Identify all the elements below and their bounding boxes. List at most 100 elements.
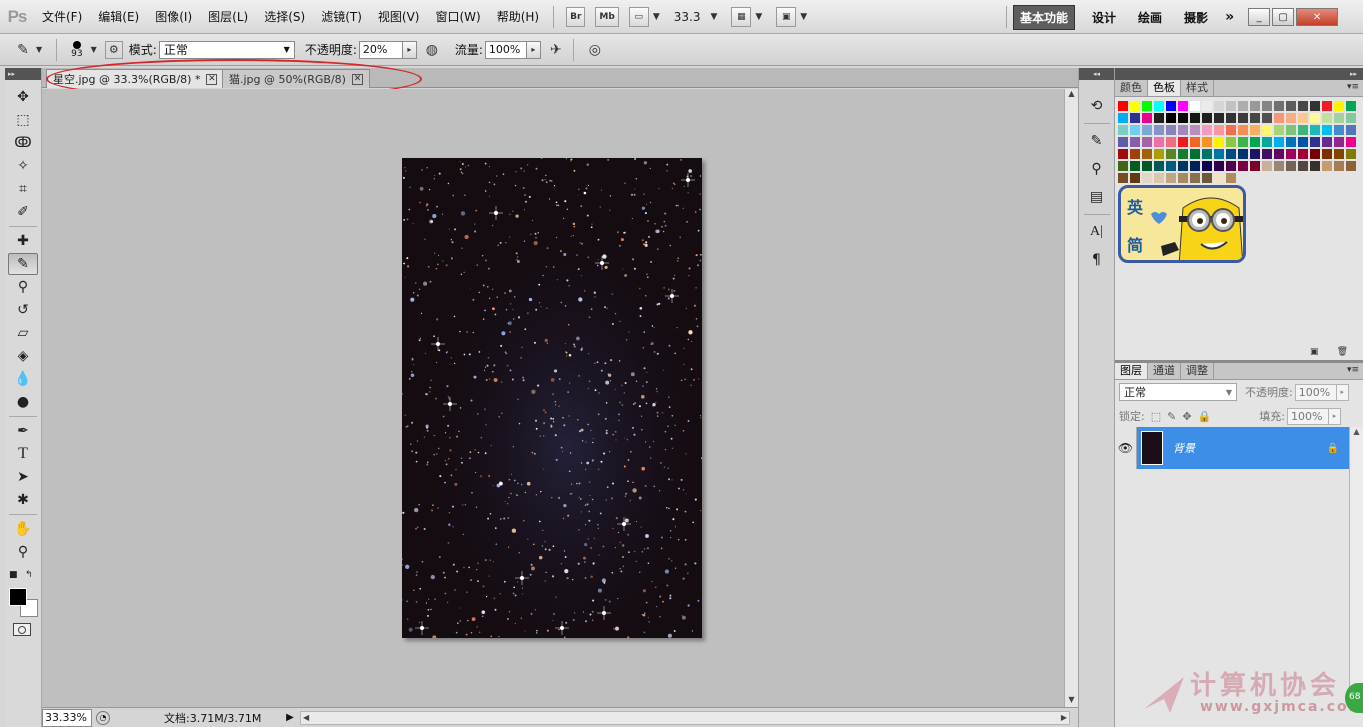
tab-channels[interactable]: 通道 xyxy=(1148,363,1181,379)
color-swatch[interactable] xyxy=(1310,137,1320,147)
history-brush-tool-icon[interactable]: ↺ xyxy=(8,299,38,321)
color-swatch[interactable] xyxy=(1190,125,1200,135)
tools-panel-collapse-icon[interactable]: ▸▸ xyxy=(5,68,41,80)
color-swatch[interactable] xyxy=(1190,113,1200,123)
color-swatch[interactable] xyxy=(1334,101,1344,111)
tab-starry-sky[interactable]: 星空.jpg @ 33.3%(RGB/8) * ✕ xyxy=(46,69,225,88)
color-swatch[interactable] xyxy=(1178,173,1188,183)
eraser-tool-icon[interactable]: ▱ xyxy=(8,322,38,344)
menu-select[interactable]: 选择(S) xyxy=(256,8,313,25)
color-swatch[interactable] xyxy=(1250,161,1260,171)
color-swatch[interactable] xyxy=(1154,149,1164,159)
color-swatch[interactable] xyxy=(1202,173,1212,183)
zoom-dropdown-icon[interactable]: ▼ xyxy=(710,12,717,22)
color-swatch[interactable] xyxy=(1250,113,1260,123)
color-swatch[interactable] xyxy=(1130,101,1140,111)
bridge-button[interactable]: Br xyxy=(566,6,586,27)
color-swatch[interactable] xyxy=(1262,125,1272,135)
menu-file[interactable]: 文件(F) xyxy=(34,8,90,25)
airbrush-icon[interactable]: ✈ xyxy=(545,39,567,61)
screen-mode-dropdown-icon[interactable]: ▼ xyxy=(800,12,807,22)
eye-icon[interactable]: 👁 xyxy=(1115,427,1137,469)
color-swatch[interactable] xyxy=(1322,113,1332,123)
color-swatch[interactable] xyxy=(1154,101,1164,111)
color-swatch[interactable] xyxy=(1310,149,1320,159)
clone-stamp-tool-icon[interactable]: ⚲ xyxy=(8,276,38,298)
more-workspaces-icon[interactable]: » xyxy=(1219,9,1240,25)
tab-cat[interactable]: 猫.jpg @ 50%(RGB/8) ✕ xyxy=(222,69,370,88)
color-swatch[interactable] xyxy=(1202,101,1212,111)
pressure-size-icon[interactable]: ◎ xyxy=(584,39,606,61)
layer-row-background[interactable]: 👁 背景 🔒 xyxy=(1115,427,1349,469)
color-swatch[interactable] xyxy=(1274,101,1284,111)
scroll-right-icon[interactable]: ▶ xyxy=(1061,713,1067,722)
color-swatch[interactable] xyxy=(1118,173,1128,183)
color-swatch[interactable] xyxy=(1346,101,1356,111)
layers-menu-icon[interactable]: ▾≡ xyxy=(1347,365,1359,375)
menu-filter[interactable]: 滤镜(T) xyxy=(313,8,370,25)
color-swatch[interactable] xyxy=(1310,125,1320,135)
delete-swatch-icon[interactable]: 🗑 xyxy=(1337,347,1348,357)
tab-swatches[interactable]: 色板 xyxy=(1148,80,1181,96)
color-swatch[interactable] xyxy=(1154,173,1164,183)
color-swatch[interactable] xyxy=(1274,149,1284,159)
color-swatch[interactable] xyxy=(1226,125,1236,135)
color-swatch[interactable] xyxy=(1226,173,1236,183)
screen-mode-icon[interactable]: ▣ xyxy=(776,6,797,27)
color-swatch[interactable] xyxy=(1346,113,1356,123)
color-swatch[interactable] xyxy=(1262,149,1272,159)
tab-styles[interactable]: 样式 xyxy=(1181,80,1214,96)
color-swatch[interactable] xyxy=(1346,149,1356,159)
pen-tool-icon[interactable]: ✒ xyxy=(8,420,38,442)
color-swatch[interactable] xyxy=(1334,125,1344,135)
color-swatch[interactable] xyxy=(1178,125,1188,135)
color-swatch[interactable] xyxy=(1322,101,1332,111)
eyedropper-tool-icon[interactable]: ✐ xyxy=(8,201,38,223)
color-swatch[interactable] xyxy=(1286,137,1296,147)
tool-presets-icon[interactable]: ▤ xyxy=(1084,185,1110,209)
close-icon[interactable]: ✕ xyxy=(351,73,363,85)
color-swatch[interactable] xyxy=(1298,149,1308,159)
color-swatch[interactable] xyxy=(1214,113,1224,123)
color-swatch[interactable] xyxy=(1262,101,1272,111)
mode-select[interactable]: 正常 ▼ xyxy=(158,40,295,59)
color-swatch[interactable] xyxy=(1214,161,1224,171)
color-swatch[interactable] xyxy=(1274,137,1284,147)
tool-preset-dropdown-icon[interactable]: ▼ xyxy=(36,45,42,54)
brush-presets-icon[interactable]: ✎ xyxy=(1084,129,1110,153)
color-swatch[interactable] xyxy=(1142,113,1152,123)
color-swatch[interactable] xyxy=(1274,161,1284,171)
menu-edit[interactable]: 编辑(E) xyxy=(90,8,147,25)
close-icon[interactable]: ✕ xyxy=(206,73,218,85)
color-swatch[interactable] xyxy=(1166,113,1176,123)
color-swatch[interactable] xyxy=(1118,125,1128,135)
paint-bucket-tool-icon[interactable]: ◈ xyxy=(8,345,38,367)
color-swatch[interactable] xyxy=(1166,161,1176,171)
color-swatch[interactable] xyxy=(1238,113,1248,123)
color-swatch[interactable] xyxy=(1190,137,1200,147)
opacity-input[interactable]: 20% xyxy=(358,40,403,59)
color-swatch[interactable] xyxy=(1250,149,1260,159)
clone-source-icon[interactable]: ⚲ xyxy=(1084,157,1110,181)
color-swatch[interactable] xyxy=(1118,161,1128,171)
status-menu-icon[interactable]: ▶ xyxy=(284,712,296,723)
color-swatch[interactable] xyxy=(1190,161,1200,171)
color-swatch[interactable] xyxy=(1250,137,1260,147)
color-swatch[interactable] xyxy=(1190,149,1200,159)
color-swatch[interactable] xyxy=(1130,125,1140,135)
menu-layer[interactable]: 图层(L) xyxy=(200,8,256,25)
lock-position-icon[interactable]: ✥ xyxy=(1182,410,1191,423)
blend-mode-select[interactable]: 正常 ▼ xyxy=(1119,383,1237,401)
color-swatch[interactable] xyxy=(1166,173,1176,183)
marquee-tool-icon[interactable]: ⬚ xyxy=(8,109,38,131)
color-swatch[interactable] xyxy=(1202,149,1212,159)
color-swatch[interactable] xyxy=(1226,161,1236,171)
color-swatch[interactable] xyxy=(1214,149,1224,159)
color-swatch[interactable] xyxy=(1250,125,1260,135)
color-swatch[interactable] xyxy=(1334,149,1344,159)
brush-panel-toggle-icon[interactable]: ⚙ xyxy=(104,40,123,59)
color-swatch[interactable] xyxy=(1202,137,1212,147)
color-swatch[interactable] xyxy=(1118,113,1128,123)
color-swatch[interactable] xyxy=(1166,137,1176,147)
lock-pixels-icon[interactable]: ✎ xyxy=(1167,410,1176,423)
